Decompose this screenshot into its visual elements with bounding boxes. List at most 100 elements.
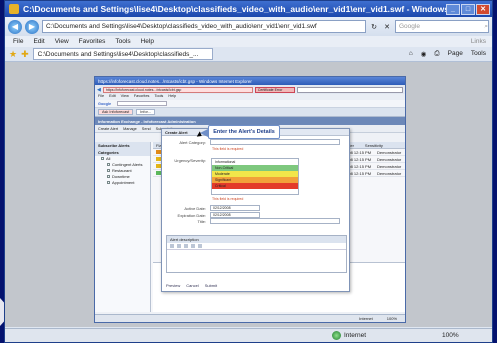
start-date-label: Active Date: — [184, 205, 206, 211]
outer-address-row: ◀ ▶ C:\Documents and Settings\lise4\Desk… — [5, 17, 492, 36]
bold-icon[interactable] — [170, 244, 174, 248]
feeds-icon[interactable]: ◉ — [421, 50, 427, 58]
inner-address-row: ◀ https://infoforecast.cloud.notes.../nt… — [95, 85, 405, 94]
inner-tab-1[interactable]: Ask Infoforecast — [98, 109, 134, 115]
outer-command-bar: ⌂ ◉ ⎙ Page Tools — [409, 50, 486, 58]
certificate-error-badge[interactable]: Certificate Error — [254, 86, 295, 93]
add-favorite-icon[interactable]: ✚ — [21, 49, 29, 60]
toolbar-create-alert[interactable]: Create Alert — [98, 127, 118, 131]
create-alert-dialog: Create Alert Alert Category: This field … — [161, 128, 350, 292]
tab-label: C:\Documents and Settings\lise4\Desktop\… — [37, 50, 199, 58]
internet-globe-icon — [332, 331, 341, 340]
inner-menu-edit[interactable]: Edit — [109, 94, 116, 100]
address-text: C:\Documents and Settings\lise4\Desktop\… — [46, 23, 317, 30]
toolbar-send[interactable]: Send — [142, 127, 151, 131]
outer-address-bar[interactable]: C:\Documents and Settings\lise4\Desktop\… — [42, 20, 366, 33]
refresh-icon[interactable]: ↻ — [369, 22, 379, 32]
maximize-button[interactable]: □ — [461, 3, 475, 15]
menu-edit[interactable]: Edit — [33, 38, 44, 45]
severity-list: Informational Non-Critical Moderate Sign… — [211, 158, 299, 195]
required-message: This field is required — [212, 147, 244, 151]
inner-title-bar: https://infoforecast.cloud.notes.../ntca… — [95, 77, 405, 85]
editor-toolbar — [167, 243, 346, 250]
inner-menu-tools[interactable]: Tools — [154, 94, 163, 100]
print-icon[interactable]: ⎙ — [434, 50, 439, 58]
window-controls: _ □ ✕ — [446, 3, 490, 15]
zoom-level[interactable]: 100% — [442, 332, 482, 339]
links-label[interactable]: Links — [471, 38, 486, 45]
google-toolbar: Google — [95, 100, 405, 108]
preview-button[interactable]: Preview — [166, 283, 180, 288]
menu-favorites[interactable]: Favorites — [79, 38, 106, 45]
inner-tab-row: Ask Infoforecast Infor... — [95, 108, 405, 117]
inner-status-zone: Internet — [359, 316, 373, 321]
inner-menu-favorites[interactable]: Favorites — [134, 94, 150, 100]
favorites-star-icon[interactable]: ★ — [9, 49, 17, 60]
page-menu[interactable]: Page — [448, 50, 463, 58]
menu-tools[interactable]: Tools — [115, 38, 130, 45]
dialog-buttons: Preview Cancel Submit — [166, 283, 217, 288]
underline-icon[interactable] — [184, 244, 188, 248]
inner-tab-2[interactable]: Infor... — [136, 109, 155, 115]
forward-icon[interactable]: ▶ — [25, 19, 39, 34]
editor-label: Alert description — [167, 236, 346, 243]
alert-category-row: Alert Category: — [166, 139, 340, 145]
title-row: Title: — [166, 218, 340, 224]
inner-back-icon[interactable]: ◀ — [97, 87, 101, 93]
ie-icon — [9, 4, 19, 14]
inner-search-input[interactable] — [296, 86, 403, 93]
minimize-button[interactable]: _ — [446, 3, 460, 15]
cancel-button[interactable]: Cancel — [186, 283, 198, 288]
outer-menu-bar: File Edit View Favorites Tools Help Link… — [5, 36, 492, 47]
submit-button[interactable]: Submit — [205, 283, 217, 288]
tree-item-appointment[interactable]: Appointment — [95, 180, 150, 186]
menu-file[interactable]: File — [13, 38, 23, 45]
start-date-row: Active Date: 02/12/2008 — [166, 205, 260, 211]
severity-label: Urgency/Severity: — [174, 158, 206, 163]
home-icon[interactable]: ⌂ — [409, 50, 413, 58]
google-search-input[interactable] — [117, 101, 168, 106]
outer-tab-row: ★ ✚ C:\Documents and Settings\lise4\Desk… — [5, 47, 492, 62]
inner-status-zoom[interactable]: 100% — [387, 316, 397, 321]
alert-category-label: Alert Category: — [179, 139, 206, 145]
left-pane: Subscribe Alerts Categories All Continge… — [95, 142, 151, 312]
search-placeholder: Google — [399, 23, 420, 30]
categories-header: Categories — [95, 149, 150, 156]
grid-col-sensitivity[interactable]: Sensitivity — [362, 143, 383, 148]
outer-status-bar: Internet 100% — [5, 328, 492, 342]
search-icon[interactable]: ⌕ — [484, 23, 488, 31]
back-icon[interactable]: ◀ — [8, 19, 22, 34]
italic-icon[interactable] — [177, 244, 181, 248]
inner-address-bar[interactable]: https://infoforecast.cloud.notes.../ntca… — [102, 86, 253, 93]
app-header: Information Exchange - Infoforecast Admi… — [95, 117, 405, 125]
google-label: Google — [98, 101, 112, 106]
menu-view[interactable]: View — [55, 38, 69, 45]
inner-menu-help[interactable]: Help — [168, 94, 176, 100]
severity-row: Urgency/Severity: — [166, 158, 206, 163]
inner-menu-file[interactable]: File — [98, 94, 104, 100]
left-pane-header[interactable]: Subscribe Alerts — [95, 142, 150, 149]
close-button[interactable]: ✕ — [476, 3, 490, 15]
outer-title-text: C:\Documents and Settings\lise4\Desktop\… — [23, 4, 446, 14]
end-date-label: Expiration Date: — [177, 212, 206, 218]
required-message: This field is required — [212, 197, 244, 201]
outer-title-bar: C:\Documents and Settings\lise4\Desktop\… — [5, 1, 492, 17]
stop-icon[interactable]: ✕ — [382, 22, 392, 32]
list-icon[interactable] — [191, 244, 195, 248]
severity-critical[interactable]: Critical — [212, 183, 298, 189]
status-zone-label: Internet — [344, 332, 367, 339]
alert-title-input[interactable] — [210, 218, 340, 224]
description-editor: Alert description — [166, 235, 347, 273]
link-icon[interactable] — [198, 244, 202, 248]
inner-status-bar: Internet 100% — [95, 314, 405, 322]
tools-menu[interactable]: Tools — [471, 50, 486, 58]
status-zone: Internet — [332, 331, 442, 340]
start-date-input[interactable]: 02/12/2008 — [210, 205, 260, 211]
menu-help[interactable]: Help — [141, 38, 154, 45]
inner-menu-view[interactable]: View — [121, 94, 129, 100]
outer-search-input[interactable]: Google ⌕ — [395, 20, 489, 33]
toolbar-manage[interactable]: Manage — [123, 127, 137, 131]
outer-active-tab[interactable]: C:\Documents and Settings\lise4\Desktop\… — [32, 48, 213, 60]
alert-title-label: Title: — [197, 218, 206, 224]
alert-category-select[interactable] — [210, 139, 340, 145]
